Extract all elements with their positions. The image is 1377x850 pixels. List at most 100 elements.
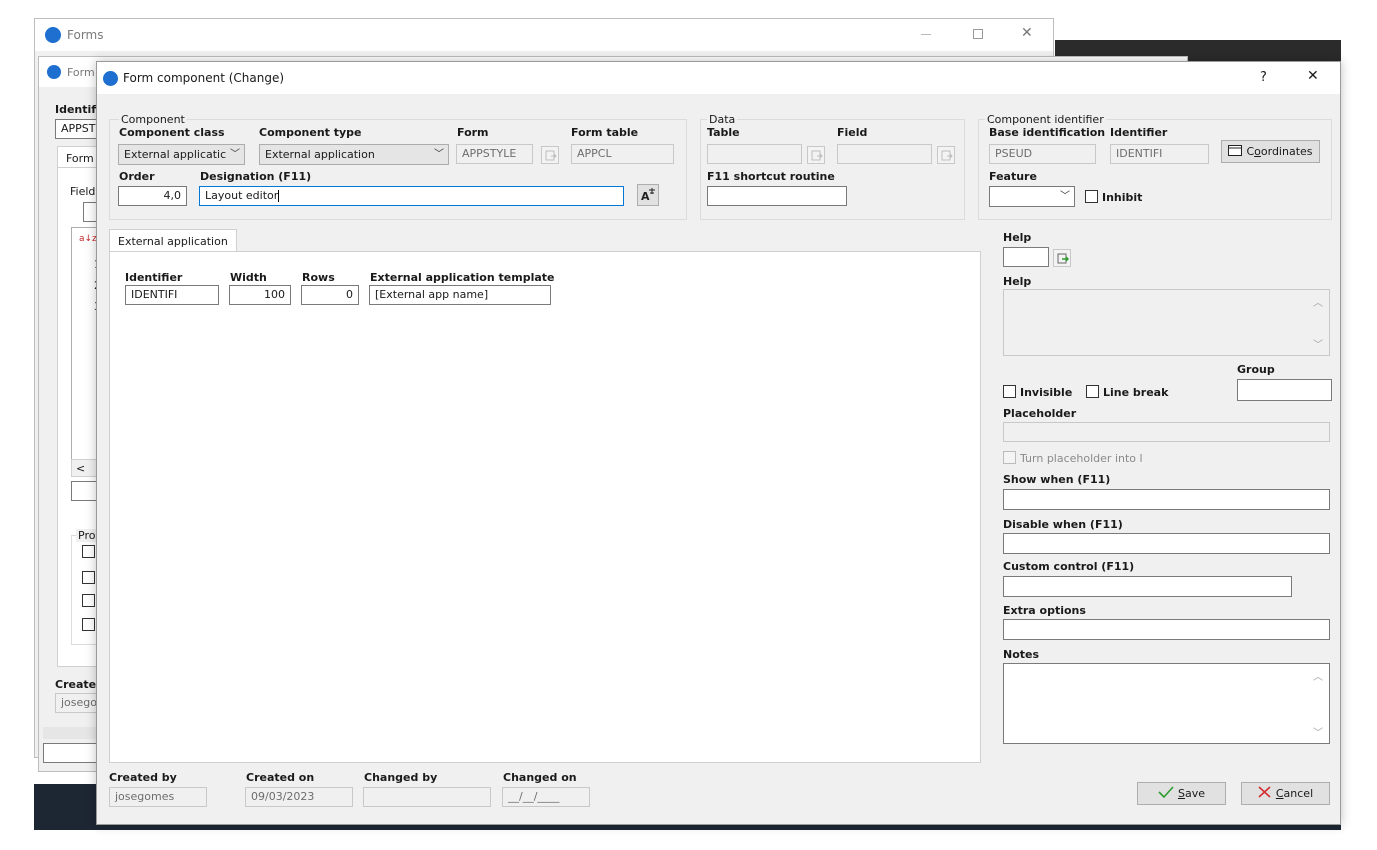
component-identifier-group-title: Component identifier (985, 113, 1106, 126)
form-component-dialog: Form component (Change) ? ✕ Component Co… (96, 61, 1341, 825)
field-label: Field (837, 126, 868, 139)
width-field[interactable]: 100 (229, 285, 291, 305)
scroll-up-icon[interactable]: ︿ (1313, 668, 1323, 683)
created-by-field: josegomes (109, 787, 207, 807)
close-icon[interactable]: ✕ (1307, 69, 1319, 83)
base-identification-field: PSEUD (989, 144, 1096, 164)
help-code-field[interactable] (1003, 247, 1049, 267)
component-class-label: Component class (119, 126, 225, 139)
feature-select[interactable]: ﹀ (989, 186, 1075, 207)
scroll-left-icon[interactable]: < (76, 462, 85, 475)
maximize-icon[interactable] (973, 29, 983, 39)
scroll-down-icon[interactable]: ﹀ (1313, 724, 1323, 739)
field-lookup-button[interactable] (937, 146, 955, 164)
turn-placeholder-label: Turn placeholder into l (1020, 452, 1143, 465)
custom-control-label: Custom control (F11) (1003, 560, 1135, 573)
order-field[interactable]: 4,0 (118, 186, 187, 206)
component-type-label: Component type (259, 126, 362, 139)
ext-identifier-field[interactable]: IDENTIFI (125, 285, 219, 305)
form-lookup-button[interactable] (541, 146, 559, 164)
width-label: Width (230, 271, 267, 284)
property-checkbox[interactable] (82, 618, 95, 631)
component-group-title: Component (119, 113, 187, 126)
text-cursor (278, 190, 280, 202)
fields-label: Field (70, 185, 96, 198)
save-button[interactable]: Save (1137, 782, 1226, 805)
coordinates-button[interactable]: Coordinates (1221, 140, 1320, 163)
text-style-button[interactable]: A (637, 184, 659, 206)
ext-template-field[interactable]: [External app name] (369, 285, 551, 305)
notes-area[interactable]: ︿ ﹀ (1003, 663, 1330, 744)
ext-template-label: External application template (370, 271, 555, 284)
save-label-part: ave (1184, 787, 1205, 800)
component-type-value: External application (265, 148, 375, 161)
rows-field[interactable]: 0 (301, 285, 359, 305)
table-label: Table (707, 126, 740, 139)
help-icon[interactable]: ? (1260, 71, 1267, 84)
tab-external-application[interactable]: External application (109, 229, 237, 252)
table-field (707, 144, 802, 164)
show-when-label: Show when (F11) (1003, 473, 1111, 486)
chevron-down-icon: ﹀ (230, 149, 240, 160)
identifier-label: Identifi (55, 103, 100, 116)
show-when-field[interactable] (1003, 489, 1330, 510)
extra-options-label: Extra options (1003, 604, 1086, 617)
extra-options-field[interactable] (1003, 619, 1330, 640)
lookup-arrow-icon (941, 150, 953, 161)
turn-placeholder-checkbox (1003, 451, 1016, 464)
help-text-label: Help (1003, 275, 1032, 288)
custom-control-field[interactable] (1003, 576, 1292, 597)
tab-external-application-label: External application (118, 235, 228, 248)
help-lookup-button[interactable] (1053, 249, 1071, 267)
group-label: Group (1237, 363, 1275, 376)
line-break-checkbox[interactable] (1086, 385, 1099, 398)
property-checkbox[interactable] (82, 571, 95, 584)
rows-label: Rows (302, 271, 335, 284)
coordinates-label-part: C (1246, 145, 1255, 158)
disable-when-field[interactable] (1003, 533, 1330, 554)
designation-value: Layout editor (205, 189, 279, 202)
minimize-icon[interactable] (921, 34, 931, 35)
group-field[interactable] (1237, 379, 1332, 401)
component-type-select[interactable]: External application ﹀ (259, 144, 449, 165)
properties-group-title: Pro (76, 529, 98, 542)
component-class-select[interactable]: External applicatic ﹀ (118, 144, 245, 165)
svg-text:A: A (641, 190, 650, 203)
property-checkbox[interactable] (82, 545, 95, 558)
table-lookup-button[interactable] (807, 146, 825, 164)
sort-icon[interactable]: a↓z (79, 233, 97, 246)
property-checkbox[interactable] (82, 594, 95, 607)
help-text-area: ︿ ﹀ (1003, 289, 1330, 356)
inhibit-checkbox[interactable] (1085, 190, 1098, 203)
placeholder-field (1003, 422, 1330, 442)
lookup-arrow-icon (811, 150, 823, 161)
save-accelerator: S (1177, 787, 1185, 800)
coordinates-accelerator: o (1254, 145, 1261, 158)
forms-titlebar: Forms ✕ (35, 19, 1053, 51)
chevron-down-icon: ﹀ (434, 149, 444, 160)
field-field (837, 144, 932, 164)
f11-shortcut-label: F11 shortcut routine (707, 170, 835, 183)
dialog-titlebar: Form component (Change) ? ✕ (97, 62, 1340, 94)
app-logo-icon (103, 71, 118, 86)
forms-window-title: Forms (67, 28, 104, 42)
cancel-x-icon (1258, 786, 1271, 798)
close-icon[interactable]: ✕ (1021, 26, 1033, 40)
designation-field[interactable]: Layout editor (199, 186, 624, 206)
bottom-input[interactable] (43, 743, 103, 763)
bottom-scrollbar[interactable] (43, 727, 103, 739)
lookup-arrow-icon (545, 150, 557, 161)
created-by-label: Created by (109, 771, 177, 784)
form-window-title: Form (67, 66, 95, 79)
f11-shortcut-field[interactable] (707, 186, 847, 206)
scroll-up-icon[interactable]: ︿ (1313, 294, 1323, 309)
data-group-title: Data (707, 113, 738, 126)
changed-on-field: __/__/____ (502, 787, 590, 807)
scroll-down-icon[interactable]: ﹀ (1313, 336, 1323, 351)
app-logo-icon (47, 65, 61, 79)
changed-by-label: Changed by (364, 771, 438, 784)
cancel-button[interactable]: Cancel (1241, 782, 1330, 805)
cancel-accelerator: C (1275, 787, 1284, 800)
disable-when-label: Disable when (F11) (1003, 518, 1123, 531)
invisible-checkbox[interactable] (1003, 385, 1016, 398)
